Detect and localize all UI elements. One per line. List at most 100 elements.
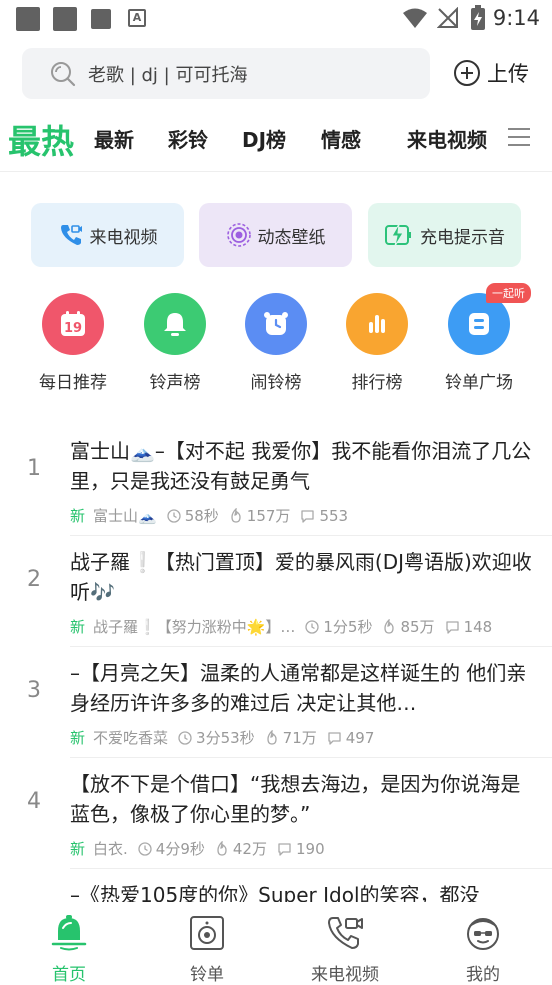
heat: 85万 <box>382 616 435 637</box>
nav-label: 首页 <box>52 965 86 985</box>
song-item[interactable]: 2 战子羅❕【热门置顶】爱的暴风雨(DJ粤语版)欢迎收听🎶 新 战子羅❕【努力涨… <box>0 536 552 647</box>
comment-icon <box>301 509 315 523</box>
duration: 3分53秒 <box>178 727 255 748</box>
live-wallpaper-icon <box>226 223 251 247</box>
song-meta: 新 富士山🗻 58秒 157万 553 <box>70 505 348 526</box>
ranking-button[interactable]: 排行榜 <box>332 293 422 393</box>
notification-icon <box>16 7 40 31</box>
tab-call-video[interactable]: 来电视频 <box>407 124 487 153</box>
heat: 42万 <box>215 838 267 859</box>
comments: 148 <box>445 618 492 636</box>
nav-label: 我的 <box>466 965 500 985</box>
bottom-nav: 首页 铃单 来电视频 我的 <box>0 902 552 985</box>
clock-icon <box>305 619 320 634</box>
notification-icon <box>53 7 77 31</box>
call-video-feature-button[interactable]: 来电视频 <box>31 203 184 267</box>
tab-dj-chart[interactable]: DJ榜 <box>242 124 286 153</box>
clock: 9:14 <box>492 6 540 30</box>
profile-avatar-icon <box>467 918 499 950</box>
menu-icon[interactable] <box>508 126 530 148</box>
new-tag: 新 <box>70 618 86 636</box>
duration: 4分9秒 <box>138 838 205 859</box>
phone-video-icon <box>60 225 82 245</box>
song-item[interactable]: 4 【放不下是个借口】“我想去海边，是因为你说海是蓝色，像极了你心里的梦。” 新… <box>0 758 552 869</box>
flame-icon <box>267 730 277 745</box>
clock-icon <box>178 730 192 745</box>
notification-icon <box>91 9 111 29</box>
flame-icon <box>231 508 241 523</box>
add-circle-icon <box>454 60 480 86</box>
category-label: 每日推荐 <box>39 373 107 393</box>
duration: 58秒 <box>167 505 219 526</box>
comments: 190 <box>277 840 325 858</box>
song-item[interactable]: 3 –【月亮之矢】温柔的人通常都是这样诞生的 他们亲身经历许许多多的难过后 决定… <box>0 647 552 758</box>
song-author: 不爱吃香菜 <box>93 729 169 747</box>
battery-charging-icon <box>471 5 485 30</box>
upload-label: 上传 <box>487 62 529 86</box>
comments: 497 <box>327 729 374 747</box>
clock-icon <box>138 841 152 856</box>
song-rank: 3 <box>27 678 41 703</box>
nav-ringtone-list[interactable]: 铃单 <box>147 914 267 985</box>
search-placeholder: 老歌 | dj | 可可托海 <box>88 64 248 86</box>
comment-icon <box>278 842 291 856</box>
category-label: 铃声榜 <box>149 373 201 393</box>
song-author: 富士山🗻 <box>93 507 157 525</box>
category-tabs: 最热 最新 彩铃 DJ榜 情感 来电视频 <box>0 112 552 162</box>
search-bar[interactable]: 老歌 | dj | 可可托海 <box>22 48 430 99</box>
nav-call-video[interactable]: 来电视频 <box>285 914 405 985</box>
nav-label: 来电视频 <box>311 965 379 985</box>
keyboard-notification-icon: A <box>128 9 146 27</box>
home-bell-icon <box>51 915 87 951</box>
song-author: 战子羅❕【努力涨粉中🌟】… <box>93 618 296 636</box>
song-meta: 新 不爱吃香菜 3分53秒 71万 497 <box>70 727 374 748</box>
song-rank: 1 <box>27 456 41 481</box>
comment-icon <box>445 620 459 634</box>
upload-button[interactable]: 上传 <box>453 58 529 88</box>
song-rank: 2 <box>27 567 41 592</box>
calendar-icon: 19 <box>42 293 104 355</box>
song-title: 【放不下是个借口】“我想去海边，是因为你说海是蓝色，像极了你心里的梦。” <box>70 772 521 826</box>
song-item[interactable]: 1 富士山🗻–【对不起 我爱你】我不能看你泪流了几公里，只是我还没有鼓足勇气 新… <box>0 425 552 536</box>
song-meta: 新 白衣. 4分9秒 42万 190 <box>70 838 325 859</box>
feature-label: 来电视频 <box>89 227 158 248</box>
nav-home[interactable]: 首页 <box>9 914 129 985</box>
alarm-chart-button[interactable]: 闹铃榜 <box>231 293 321 393</box>
playlist-square-button[interactable]: 一起听 铃单广场 <box>434 283 531 393</box>
heat: 71万 <box>265 727 317 748</box>
tab-new[interactable]: 最新 <box>94 124 134 153</box>
flame-icon <box>217 841 227 856</box>
phone-video-icon <box>328 917 363 949</box>
song-title: –【月亮之矢】温柔的人通常都是这样诞生的 他们亲身经历许许多多的难过后 决定让其… <box>70 661 527 715</box>
bell-icon <box>144 293 206 355</box>
bar-chart-icon <box>346 293 408 355</box>
ringtone-chart-button[interactable]: 铃声榜 <box>130 293 220 393</box>
charging-sound-feature-button[interactable]: 充电提示音 <box>368 203 521 267</box>
live-wallpaper-feature-button[interactable]: 动态壁纸 <box>199 203 352 267</box>
nav-label: 铃单 <box>190 965 224 985</box>
duration: 1分5秒 <box>305 616 372 637</box>
comments: 553 <box>300 507 348 525</box>
tab-emotion[interactable]: 情感 <box>321 124 361 153</box>
category-label: 闹铃榜 <box>250 373 302 393</box>
divider <box>0 171 552 172</box>
speaker-icon <box>190 916 224 950</box>
calendar-day: 19 <box>64 321 82 336</box>
nav-mine[interactable]: 我的 <box>423 914 543 985</box>
song-item[interactable]: –《热爱105度的你》Super Idol的笑容，都没 <box>0 869 552 902</box>
tab-ringback[interactable]: 彩铃 <box>168 124 208 153</box>
category-label: 排行榜 <box>351 373 403 393</box>
daily-recommend-button[interactable]: 19 每日推荐 <box>28 293 118 393</box>
search-icon <box>51 61 76 86</box>
new-tag: 新 <box>70 729 86 747</box>
feature-label: 充电提示音 <box>420 227 505 248</box>
feature-label: 动态壁纸 <box>257 227 326 248</box>
new-tag: 新 <box>70 840 86 858</box>
alarm-clock-icon <box>245 293 307 355</box>
category-label: 铃单广场 <box>445 373 513 393</box>
wifi-icon <box>403 8 427 28</box>
tab-hot[interactable]: 最热 <box>8 115 74 163</box>
song-title: 战子羅❕【热门置顶】爱的暴风雨(DJ粤语版)欢迎收听🎶 <box>70 550 532 604</box>
listen-together-badge: 一起听 <box>486 283 531 303</box>
song-rank: 4 <box>27 789 41 814</box>
